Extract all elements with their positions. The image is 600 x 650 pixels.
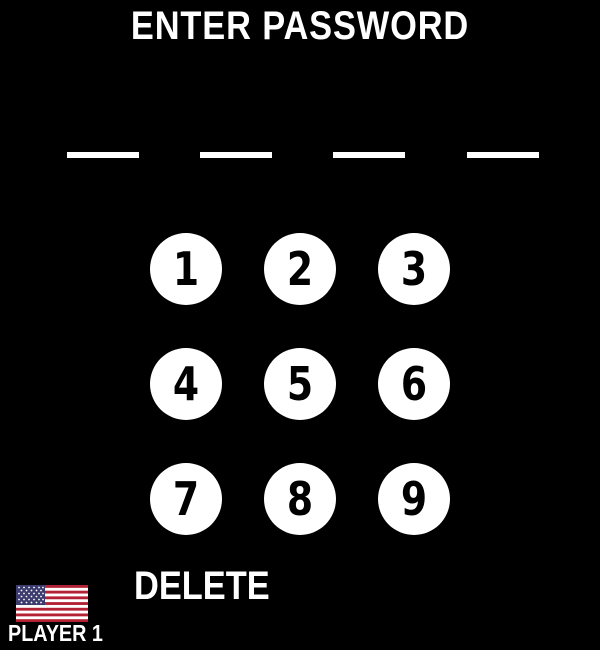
keypad-button-5[interactable]: 5 [264,348,336,420]
keypad-button-4[interactable]: 4 [150,348,222,420]
keypad-button-label: 4 [172,357,200,411]
keypad-button-6[interactable]: 6 [378,348,450,420]
keypad-button-label: 6 [400,357,428,411]
delete-button[interactable]: DELETE [134,564,270,609]
keypad-button-9[interactable]: 9 [378,463,450,535]
keypad-button-7[interactable]: 7 [150,463,222,535]
keypad-button-label: 2 [286,242,314,296]
keypad-button-label: 5 [286,357,314,411]
keypad-button-label: 3 [400,242,428,296]
player-label: PLAYER 1 [8,620,103,646]
password-slot-3 [333,152,405,158]
keypad-button-8[interactable]: 8 [264,463,336,535]
keypad-button-2[interactable]: 2 [264,233,336,305]
keypad-button-label: 8 [286,472,314,526]
keypad-button-label: 9 [400,472,428,526]
keypad-button-label: 7 [172,472,200,526]
keypad-button-3[interactable]: 3 [378,233,450,305]
password-slot-1 [67,152,139,158]
us-flag-icon [16,585,88,622]
password-slot-4 [467,152,539,158]
keypad-button-1[interactable]: 1 [150,233,222,305]
page-title: ENTER PASSWORD [130,4,470,48]
keypad-button-label: 1 [172,242,200,296]
password-slot-2 [200,152,272,158]
